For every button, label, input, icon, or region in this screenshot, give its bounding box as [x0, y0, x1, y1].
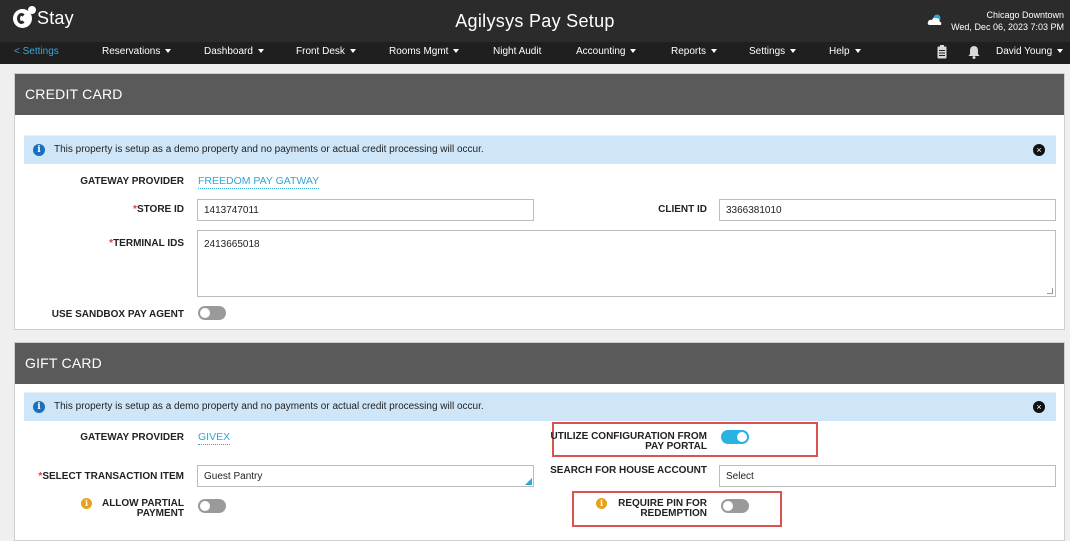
page-title: Agilysys Pay Setup [455, 11, 615, 31]
transaction-item-label: *SELECT TRANSACTION ITEM [38, 471, 184, 482]
require-pin-label: REQUIRE PIN FOR REDEMPTION [618, 498, 707, 519]
nav-help[interactable]: Help [829, 46, 861, 57]
property-info[interactable]: Chicago Downtown Wed, Dec 06, 2023 7:03 … [951, 9, 1064, 33]
nav-reservations[interactable]: Reservations [102, 46, 172, 57]
weather-cloud-icon [927, 14, 942, 25]
back-to-settings-link[interactable]: < Settings [14, 46, 59, 57]
user-menu[interactable]: David Young [996, 46, 1064, 57]
chevron-down-icon [257, 49, 264, 54]
chevron-down-icon [790, 49, 797, 54]
nav-accounting[interactable]: Accounting [576, 46, 637, 57]
nav-night-audit[interactable]: Night Audit [493, 46, 541, 57]
warning-info-icon[interactable]: i [596, 498, 607, 509]
info-icon: i [33, 401, 45, 413]
demo-info-text: This property is setup as a demo propert… [54, 144, 484, 155]
nav-settings[interactable]: Settings [749, 46, 797, 57]
gateway-provider-link[interactable]: FREEDOM PAY GATWAY [198, 175, 320, 189]
chevron-down-icon [854, 49, 861, 54]
terminal-ids-value: 2413665018 [204, 239, 260, 250]
credit-card-section: CREDIT CARD i This property is setup as … [14, 73, 1065, 330]
transaction-item-value: Guest Pantry [204, 471, 263, 482]
partial-payment-label: ALLOW PARTIAL PAYMENT [101, 498, 184, 519]
chevron-down-icon [711, 49, 718, 54]
nav-dashboard[interactable]: Dashboard [204, 46, 264, 57]
gift-card-section: GIFT CARD i This property is setup as a … [14, 342, 1065, 541]
client-id-input[interactable]: 3366381010 [719, 199, 1056, 221]
chevron-down-icon [165, 49, 172, 54]
close-icon[interactable]: × [1033, 401, 1045, 413]
gift-card-title: GIFT CARD [15, 343, 1064, 384]
chevron-down-icon [630, 49, 637, 54]
chevron-down-icon [453, 49, 460, 54]
utilize-config-label: UTILIZE CONFIGURATION FROM PAY PORTAL [550, 431, 707, 452]
transaction-item-select[interactable]: Guest Pantry [197, 465, 534, 487]
client-id-label: CLIENT ID [658, 204, 707, 215]
dropdown-corner-icon [525, 478, 532, 485]
nav-rooms-mgmt[interactable]: Rooms Mgmt [389, 46, 460, 57]
house-account-search[interactable]: Select [719, 465, 1056, 487]
sandbox-pay-agent-label: USE SANDBOX PAY AGENT [51, 309, 184, 320]
current-datetime: Wed, Dec 06, 2023 7:03 PM [951, 22, 1064, 32]
main-navigation: < Settings Reservations Dashboard Front … [0, 42, 1070, 64]
gateway-provider-label: GATEWAY PROVIDER [80, 176, 184, 187]
store-id-input[interactable]: 1413747011 [197, 199, 534, 221]
terminal-ids-textarea[interactable]: 2413665018 [197, 230, 1056, 297]
nav-reports[interactable]: Reports [671, 46, 718, 57]
resize-handle-icon[interactable] [1047, 288, 1053, 294]
partial-payment-toggle[interactable] [198, 499, 226, 513]
sandbox-pay-agent-toggle[interactable] [198, 306, 226, 320]
gift-gateway-provider-label: GATEWAY PROVIDER [80, 432, 184, 443]
demo-info-banner: i This property is setup as a demo prope… [24, 392, 1056, 421]
settings-content: CREDIT CARD i This property is setup as … [0, 64, 1070, 541]
house-account-label: SEARCH FOR HOUSE ACCOUNT [550, 465, 707, 476]
property-name: Chicago Downtown [986, 10, 1064, 20]
require-pin-toggle[interactable] [721, 499, 749, 513]
notification-bell-icon[interactable] [968, 45, 980, 59]
demo-info-banner: i This property is setup as a demo prope… [24, 135, 1056, 164]
demo-info-text: This property is setup as a demo propert… [54, 401, 484, 412]
app-header: Stay Agilysys Pay Setup Chicago Downtown… [0, 0, 1070, 42]
close-icon[interactable]: × [1033, 144, 1045, 156]
clipboard-icon[interactable] [937, 45, 947, 59]
store-id-label: *STORE ID [133, 204, 184, 215]
nav-front-desk[interactable]: Front Desk [296, 46, 356, 57]
credit-card-title: CREDIT CARD [15, 74, 1064, 115]
chevron-down-icon [1057, 49, 1064, 54]
utilize-config-toggle[interactable] [721, 430, 749, 444]
info-icon: i [33, 144, 45, 156]
chevron-down-icon [349, 49, 356, 54]
terminal-ids-label: *TERMINAL IDS [109, 238, 184, 249]
gift-gateway-provider-link[interactable]: GIVEX [198, 431, 231, 445]
